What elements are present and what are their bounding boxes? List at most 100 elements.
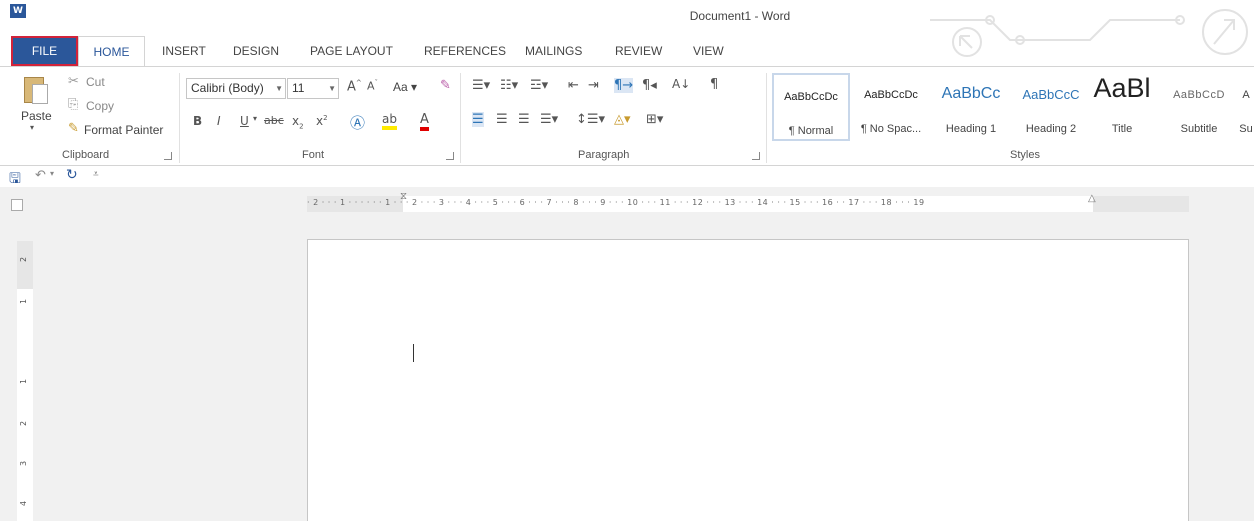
tab-home[interactable]: HOME: [78, 36, 145, 67]
paste-button[interactable]: Paste: [21, 109, 52, 123]
vertical-ruler-margin: [17, 241, 33, 289]
cut-icon[interactable]: ✂: [68, 74, 79, 89]
multilevel-list-icon[interactable]: ☲▾: [530, 78, 548, 93]
style-name: ¶ Normal: [788, 125, 834, 137]
italic-icon[interactable]: I: [217, 114, 221, 128]
align-center-icon[interactable]: ☰: [496, 112, 508, 127]
group-separator: [179, 73, 180, 163]
show-formatting-icon[interactable]: ¶: [710, 77, 718, 92]
style-name: ¶ No Spac...: [860, 123, 922, 135]
style-heading-2[interactable]: AaBbCcC Heading 2: [1012, 73, 1090, 141]
chevron-down-icon: ▼: [328, 84, 336, 93]
font-label: Font: [302, 149, 325, 161]
style-sample: AaBbCcC: [1022, 87, 1080, 102]
tab-insert[interactable]: INSERT: [162, 44, 206, 58]
style-title[interactable]: AaBl Title: [1092, 73, 1152, 141]
text-effects-icon[interactable]: Ⓐ: [350, 112, 365, 133]
font-color-icon[interactable]: A: [420, 112, 429, 131]
font-name-combo[interactable]: Calibri (Body) ▼: [186, 78, 286, 99]
style-sample: AaBbCcD: [1173, 89, 1225, 101]
change-case-label: Aa: [393, 80, 408, 94]
vruler-label: 4: [19, 500, 29, 507]
subscript-icon[interactable]: x2: [292, 114, 304, 130]
paste-dropdown-icon[interactable]: ▾: [30, 123, 34, 132]
ribbon: Paste ▾ ✂ Cut ⎘ Copy ✎ Format Painter Cl…: [0, 66, 1254, 166]
paste-icon[interactable]: [24, 77, 48, 104]
group-separator: [766, 73, 767, 163]
change-case-button[interactable]: Aa ▾: [393, 80, 417, 94]
style-no-spacing[interactable]: AaBbCcDc ¶ No Spac...: [852, 73, 930, 141]
document-page[interactable]: [307, 239, 1189, 521]
chevron-down-icon[interactable]: ▾: [50, 169, 54, 178]
tab-design[interactable]: DESIGN: [233, 44, 279, 58]
style-sample: AaBbCcDc: [864, 89, 918, 101]
styles-label: Styles: [1010, 149, 1040, 161]
style-sample: AaBl: [1093, 73, 1151, 103]
underline-icon[interactable]: U: [240, 114, 249, 128]
style-normal[interactable]: AaBbCcDc ¶ Normal: [772, 73, 850, 141]
chevron-down-icon: ▼: [275, 84, 283, 93]
style-name: Heading 1: [945, 123, 997, 135]
increase-indent-icon[interactable]: ⇥: [588, 78, 599, 93]
indent-marker-icon[interactable]: ⧖: [400, 191, 407, 202]
borders-icon[interactable]: ⊞▾: [646, 112, 663, 127]
paragraph-label: Paragraph: [578, 149, 630, 161]
customize-qat-icon[interactable]: ⩡: [93, 169, 99, 180]
tab-page-layout[interactable]: PAGE LAYOUT: [310, 44, 393, 58]
style-sample: AaBbCc: [941, 85, 1001, 102]
style-heading-1[interactable]: AaBbCc Heading 1: [932, 73, 1010, 141]
decrease-indent-icon[interactable]: ⇤: [568, 78, 579, 93]
tab-mailings[interactable]: MAILINGS: [525, 44, 582, 58]
undo-icon[interactable]: ↶: [35, 168, 46, 183]
sort-icon[interactable]: A↓: [672, 77, 690, 91]
tab-review[interactable]: REVIEW: [615, 44, 662, 58]
font-launcher-icon[interactable]: [446, 152, 454, 160]
font-size-combo[interactable]: 11 ▼: [287, 78, 339, 99]
clipboard-label: Clipboard: [62, 149, 110, 161]
right-indent-marker-icon[interactable]: △: [1088, 193, 1096, 204]
text-cursor: [413, 344, 414, 362]
ribbon-tabs: FILE HOME INSERT DESIGN PAGE LAYOUT REFE…: [0, 36, 1254, 67]
tab-file[interactable]: FILE: [11, 36, 78, 66]
chevron-down-icon[interactable]: ▾: [253, 114, 257, 123]
clear-formatting-icon[interactable]: ✎: [440, 78, 451, 93]
copy-button[interactable]: Copy: [86, 99, 114, 113]
tab-selector-icon[interactable]: [11, 199, 23, 211]
superscript-icon[interactable]: x2: [316, 114, 328, 128]
style-name: Heading 2: [1025, 123, 1077, 135]
align-left-icon[interactable]: ☰: [472, 112, 484, 127]
line-spacing-icon[interactable]: ↕☰▾: [576, 112, 605, 127]
format-painter-button[interactable]: Format Painter: [84, 123, 163, 137]
font-size-value: 11: [292, 81, 305, 95]
shrink-font-icon[interactable]: Aˇ: [367, 79, 378, 93]
highlight-icon[interactable]: ab: [382, 112, 397, 130]
ruler-right-margin: [1093, 196, 1189, 212]
shading-icon[interactable]: ◬▾: [614, 112, 631, 127]
style-name: Su: [1239, 123, 1253, 135]
justify-icon[interactable]: ☰▾: [540, 112, 558, 127]
redo-icon[interactable]: ↻: [66, 167, 78, 183]
cut-button[interactable]: Cut: [86, 75, 105, 89]
tab-view[interactable]: VIEW: [693, 44, 724, 58]
vruler-label: 3: [19, 460, 29, 467]
strikethrough-icon[interactable]: abc: [264, 114, 284, 127]
copy-icon[interactable]: ⎘: [68, 97, 78, 112]
style-subtitle[interactable]: AaBbCcD Subtitle: [1164, 73, 1234, 141]
tab-references[interactable]: REFERENCES: [424, 44, 506, 58]
style-subtle-emphasis[interactable]: A Su: [1238, 73, 1254, 141]
bullets-icon[interactable]: ☰▾: [472, 78, 490, 93]
align-right-icon[interactable]: ☰: [518, 112, 530, 127]
numbering-icon[interactable]: ☷▾: [500, 78, 518, 93]
document-workspace: · 2 · · · 1 · · · · · · 1 · · · 2 · · · …: [0, 187, 1254, 521]
vruler-label: 2: [19, 256, 29, 263]
group-separator: [460, 73, 461, 163]
grow-font-icon[interactable]: A^: [347, 79, 362, 94]
bold-icon[interactable]: B: [193, 114, 202, 128]
format-painter-icon[interactable]: ✎: [68, 121, 79, 136]
title-bar: W Document1 - Word: [0, 0, 1254, 57]
font-name-value: Calibri (Body): [191, 81, 264, 95]
rtl-direction-icon[interactable]: ¶◂: [642, 78, 657, 93]
clipboard-launcher-icon[interactable]: [164, 152, 172, 160]
paragraph-launcher-icon[interactable]: [752, 152, 760, 160]
ltr-direction-icon[interactable]: ¶→: [614, 78, 634, 93]
